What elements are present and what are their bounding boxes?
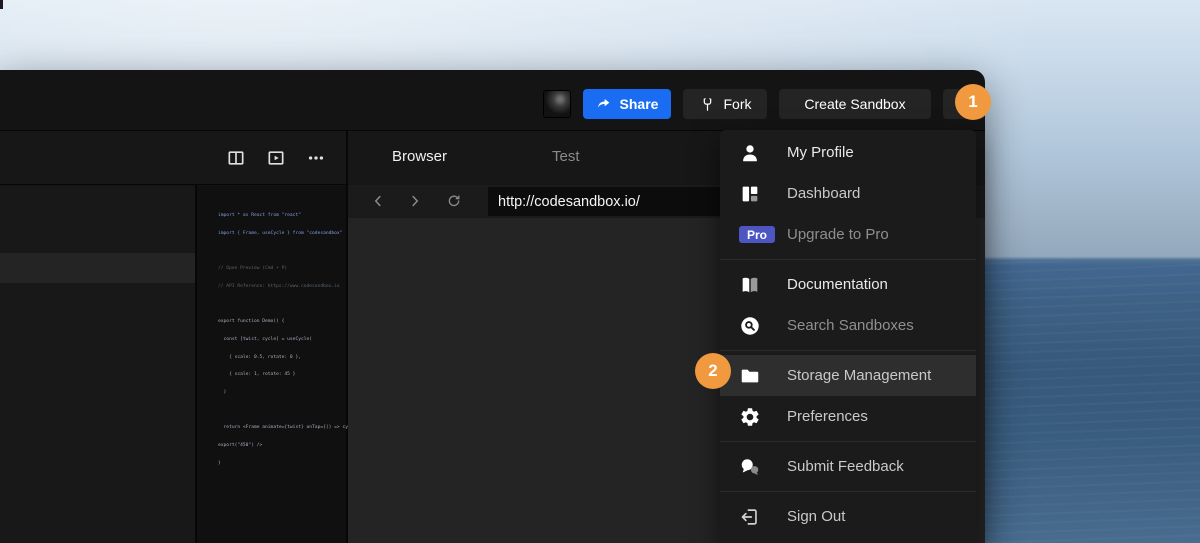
menu-item-label: Upgrade to Pro [787,226,889,243]
dashboard-icon [739,183,773,205]
code-line: export function Demo() { [218,319,365,325]
code-line: const [twist, cycle] = useCycle( [218,337,365,343]
menu-item-storage-management[interactable]: Storage Management [720,355,976,396]
menu-item-label: Storage Management [787,367,931,384]
preview-icon[interactable] [266,148,286,168]
fork-button-label: Fork [724,96,752,112]
menu-item-label: Documentation [787,276,888,293]
share-button-label: Share [620,96,659,112]
code-line [218,408,365,414]
screen-edge-artifact [0,0,3,9]
menu-item-submit-feedback[interactable]: Submit Feedback [720,446,976,487]
pro-badge: Pro [739,226,773,243]
split-view-icon[interactable] [226,148,246,168]
menu-item-label: Preferences [787,408,868,425]
menu-item-dashboard[interactable]: Dashboard [720,173,976,214]
fork-button[interactable]: Fork [683,89,767,119]
menu-item-label: My Profile [787,144,854,161]
back-icon[interactable] [369,192,387,210]
code-line: import { Frame, useCycle } from "codesan… [218,231,365,237]
fork-icon [699,96,716,113]
code-line: export("450") /> [218,443,365,449]
user-dropdown-menu: My Profile Dashboard Pro Upgrade to Pro … [720,130,976,543]
gear-icon [739,406,773,428]
menu-item-preferences[interactable]: Preferences [720,396,976,437]
file-explorer-panel: op")); [0,186,195,543]
annotation-badge-1: 1 [955,84,991,120]
more-options-icon[interactable] [306,148,326,168]
user-icon [739,142,773,164]
menu-item-search-sandboxes[interactable]: Search Sandboxes [720,305,976,346]
tab-browser[interactable]: Browser [392,148,447,165]
menu-item-documentation[interactable]: Documentation [720,264,976,305]
menu-item-my-profile[interactable]: My Profile [720,132,976,173]
search-icon [739,315,773,337]
code-line: // API Reference: https://www.codesandbo… [218,284,365,290]
share-icon [596,96,612,112]
code-line: ) [218,390,365,396]
code-line: { scale: 0.5, rotate: 0 }, [218,355,365,361]
user-avatar[interactable] [543,90,571,118]
menu-item-label: Sign Out [787,508,845,525]
menu-item-label: Submit Feedback [787,458,904,475]
book-icon [739,274,773,296]
code-line: } [218,461,365,467]
folder-icon [739,365,773,387]
menu-divider [720,259,976,260]
code-line: { scale: 1, rotate: 45 } [218,372,365,378]
code-line [218,301,365,307]
forward-icon[interactable] [406,192,424,210]
code-line: // Open Preview (Cmd + P) [218,266,365,272]
menu-item-sign-out[interactable]: Sign Out [720,496,976,537]
code-editor-pane[interactable]: import * as React from "react" import { … [197,186,346,543]
create-sandbox-label: Create Sandbox [804,96,905,112]
menu-divider [720,350,976,351]
feedback-icon [739,456,773,478]
code-line [218,248,365,254]
selected-file-row[interactable] [0,253,195,283]
menu-divider [720,491,976,492]
create-sandbox-button[interactable]: Create Sandbox [779,89,931,119]
annotation-badge-2: 2 [695,353,731,389]
menu-divider [720,441,976,442]
tab-test[interactable]: Test [552,148,580,165]
code-line: import * as React from "react" [218,213,365,219]
menu-item-upgrade-to-pro[interactable]: Pro Upgrade to Pro [720,214,976,255]
sign-out-icon [739,506,773,528]
share-button[interactable]: Share [583,89,671,119]
refresh-icon[interactable] [445,192,463,210]
menu-item-label: Search Sandboxes [787,317,914,334]
code-block: import * as React from "react" import { … [218,201,365,479]
code-line: return <Frame animate={twist} onTap={() … [218,425,365,431]
screenshot-stage: { "header": { "breadcrumb_prefix": "es",… [0,0,1200,543]
menu-item-label: Dashboard [787,185,860,202]
